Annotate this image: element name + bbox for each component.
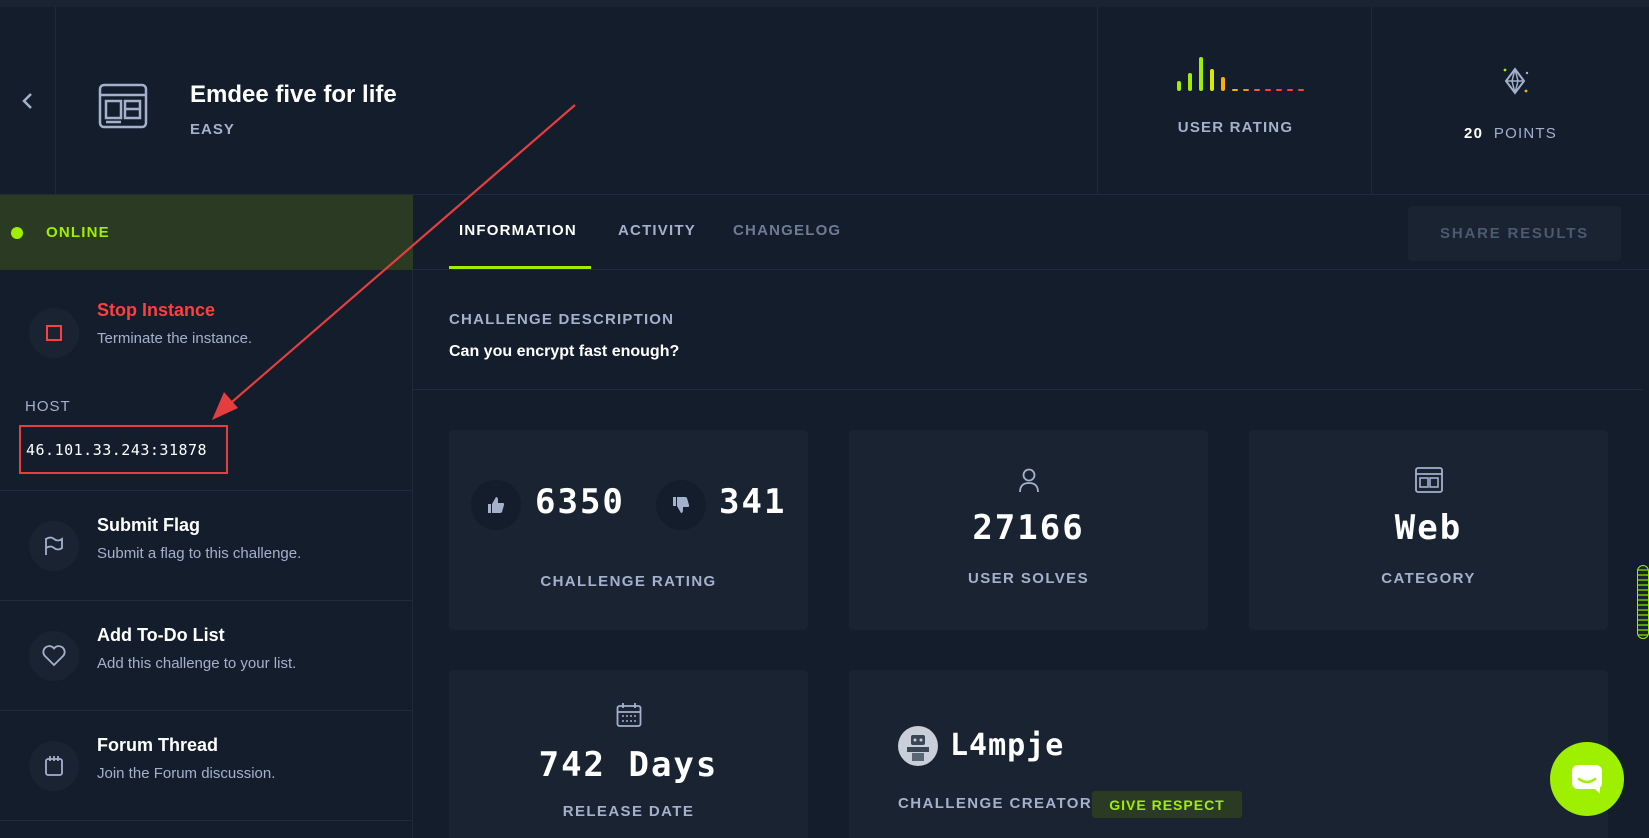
- release-date-caption: RELEASE DATE: [562, 803, 695, 820]
- share-results-button[interactable]: SHARE RESULTS: [1408, 206, 1621, 261]
- instance-status-bar: ONLINE: [0, 195, 413, 270]
- submit-flag-subtitle: Submit a flag to this challenge.: [97, 545, 302, 562]
- creator-avatar[interactable]: [898, 726, 938, 766]
- forum-thread-subtitle: Join the Forum discussion.: [97, 765, 276, 782]
- challenge-header: Emdee five for life EASY USER RATING 20 …: [0, 7, 1649, 195]
- add-todo-title: Add To-Do List: [97, 625, 225, 645]
- stop-icon-circle: [29, 308, 79, 358]
- stop-instance-subtitle: Terminate the instance.: [97, 330, 253, 347]
- description-heading: CHALLENGE DESCRIPTION: [449, 311, 675, 328]
- status-dot: [11, 226, 23, 239]
- creator-card: L4mpje CHALLENGE CREATOR GIVE RESPECT: [849, 670, 1608, 838]
- add-todo-item[interactable]: Add To-Do List Add this challenge to you…: [0, 601, 413, 710]
- flag-icon: [45, 536, 63, 555]
- forum-thread-title: Forum Thread: [97, 735, 219, 755]
- active-tab-indicator: [449, 266, 591, 269]
- category-card: Web CATEGORY: [1249, 430, 1608, 630]
- downvote-count: 341: [719, 482, 787, 522]
- divider: [0, 820, 413, 821]
- rating-bar: [1232, 89, 1238, 91]
- upvote-button[interactable]: [471, 480, 521, 530]
- user-rating-widget: USER RATING: [1097, 7, 1372, 195]
- submit-flag-title: Submit Flag: [97, 515, 200, 535]
- rating-bar: [1287, 89, 1293, 91]
- status-text: ONLINE: [46, 224, 110, 241]
- rating-bar: [1298, 89, 1304, 91]
- rating-bar: [1276, 89, 1282, 91]
- challenge-description: CHALLENGE DESCRIPTION Can you encrypt fa…: [413, 270, 1649, 390]
- rating-bar: [1210, 69, 1214, 91]
- category-caption: CATEGORY: [1381, 570, 1476, 587]
- rating-bar: [1221, 77, 1225, 91]
- web-category-icon: [1415, 467, 1443, 493]
- upvote-count: 6350: [535, 482, 625, 522]
- category-value: Web: [1394, 508, 1463, 548]
- forum-thread-item[interactable]: Forum Thread Join the Forum discussion.: [0, 711, 413, 820]
- host-address: 46.101.33.243:31878: [26, 440, 208, 459]
- downvote-button[interactable]: [656, 480, 706, 530]
- rating-bar: [1243, 89, 1249, 91]
- points-value: 20: [1464, 125, 1484, 142]
- user-solves-card: 27166 USER SOLVES: [849, 430, 1208, 630]
- thumbs-down-icon: [673, 497, 690, 513]
- scrollbar-track[interactable]: [1643, 270, 1649, 838]
- give-respect-button[interactable]: GIVE RESPECT: [1092, 791, 1242, 818]
- main-content: INFORMATION ACTIVITY CHANGELOG SHARE RES…: [413, 195, 1649, 838]
- submit-flag-item[interactable]: Submit Flag Submit a flag to this challe…: [0, 491, 413, 600]
- flag-icon-circle: [29, 521, 79, 571]
- points-widget: 20 POINTS: [1372, 7, 1649, 195]
- stop-square-icon: [46, 325, 62, 341]
- host-address-box[interactable]: 46.101.33.243:31878: [19, 425, 228, 474]
- chevron-left-icon: [21, 93, 32, 109]
- tab-changelog[interactable]: CHANGELOG: [733, 222, 841, 239]
- notepad-icon-circle: [29, 741, 79, 791]
- tab-bar: INFORMATION ACTIVITY CHANGELOG SHARE RES…: [413, 195, 1649, 270]
- heart-icon-circle: [29, 631, 79, 681]
- release-date-value: 742 Days: [538, 745, 719, 785]
- scrollbar-thumb[interactable]: [1637, 565, 1649, 639]
- top-strip: [0, 0, 1649, 7]
- chat-button[interactable]: [1550, 742, 1624, 816]
- challenge-rating-card: 6350 341 CHALLENGE RATING: [449, 430, 808, 630]
- host-label: HOST: [25, 398, 71, 415]
- creator-caption: CHALLENGE CREATOR: [898, 795, 1093, 812]
- rating-bar: [1199, 57, 1203, 91]
- stop-instance-title: Stop Instance: [97, 300, 216, 320]
- robot-avatar-icon: [907, 735, 929, 761]
- user-solves-count: 27166: [972, 508, 1085, 548]
- release-date-card: 742 Days RELEASE DATE: [449, 670, 808, 838]
- user-solves-caption: USER SOLVES: [968, 570, 1089, 587]
- rating-bar: [1254, 89, 1260, 91]
- diamond-icon: [1503, 67, 1529, 95]
- tab-activity[interactable]: ACTIVITY: [618, 222, 696, 239]
- challenge-difficulty: EASY: [190, 121, 235, 138]
- sidebar: ONLINE Stop Instance Terminate the insta…: [0, 195, 413, 838]
- user-icon: [1019, 468, 1039, 493]
- add-todo-subtitle: Add this challenge to your list.: [97, 655, 297, 672]
- notepad-icon: [45, 756, 63, 776]
- rating-bar: [1265, 89, 1271, 91]
- heart-icon: [42, 645, 66, 667]
- user-rating-bars: [1177, 51, 1307, 91]
- web-window-icon: [98, 83, 148, 129]
- rating-bar: [1177, 81, 1181, 91]
- chat-icon: [1572, 765, 1602, 794]
- creator-name[interactable]: L4mpje: [950, 728, 1064, 763]
- calendar-icon: [616, 703, 642, 727]
- challenge-title: Emdee five for life: [190, 81, 397, 108]
- rating-bar: [1188, 73, 1192, 91]
- challenge-rating-caption: CHALLENGE RATING: [540, 573, 717, 590]
- tab-information[interactable]: INFORMATION: [459, 222, 577, 239]
- thumbs-up-icon: [488, 497, 505, 513]
- points-line: 20 POINTS: [1372, 125, 1649, 142]
- user-rating-label: USER RATING: [1177, 119, 1294, 136]
- points-label: POINTS: [1493, 125, 1557, 142]
- back-button[interactable]: [0, 7, 56, 195]
- stop-instance-item[interactable]: Stop Instance Terminate the instance.: [0, 270, 413, 385]
- description-text: Can you encrypt fast enough?: [449, 343, 680, 360]
